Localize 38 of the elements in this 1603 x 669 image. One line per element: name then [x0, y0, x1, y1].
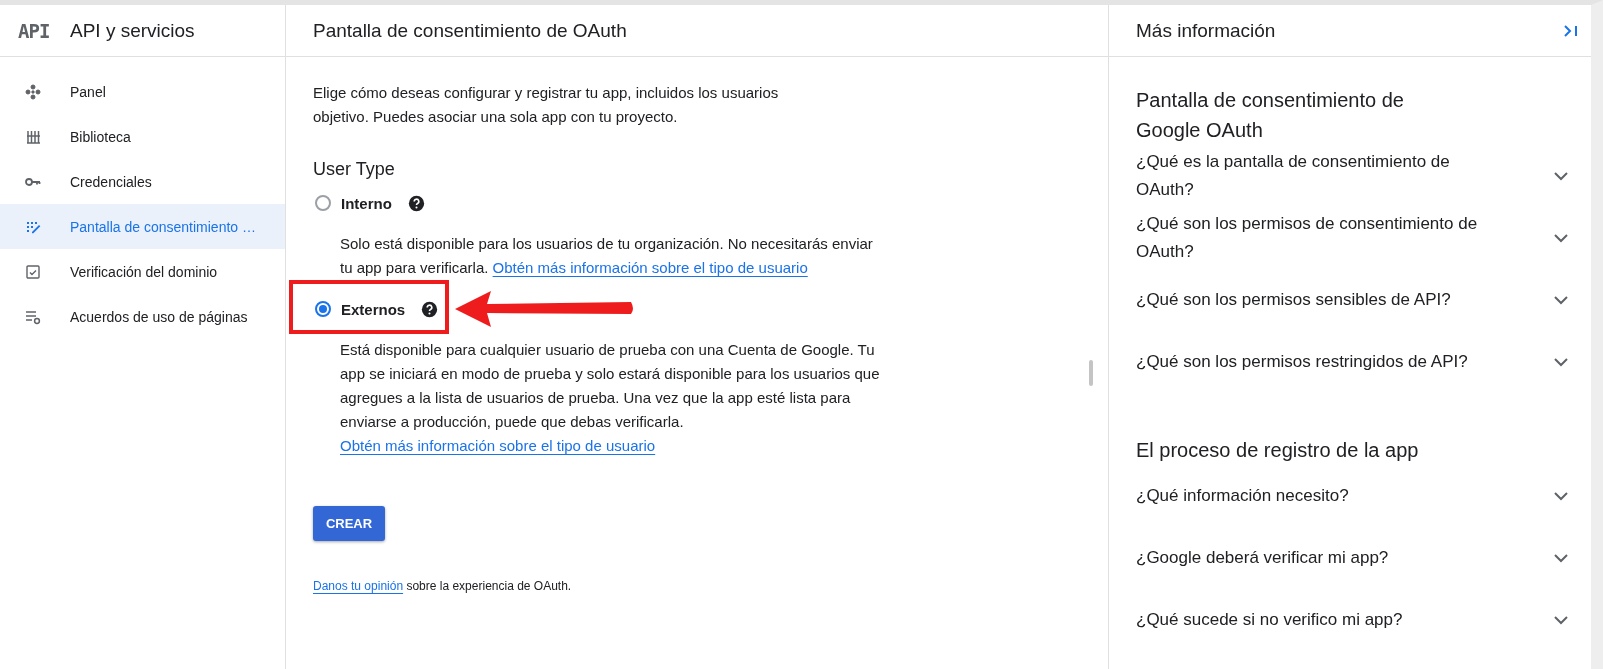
radio-button[interactable]: [315, 195, 331, 211]
option-description: Solo está disponible para los usuarios de tu organización. No necesitarás enviar tu app para verificarla. Obtén más información sobre el tipo de usuario: [340, 234, 874, 278]
option-label[interactable]: Externos: [341, 300, 406, 318]
help-icon[interactable]: [407, 194, 425, 212]
dashboard-icon: [24, 82, 42, 101]
faq-question[interactable]: ¿Qué información necesito?: [1136, 482, 1511, 510]
help-icon[interactable]: [421, 300, 439, 318]
faq-question[interactable]: ¿Qué son los permisos sensibles de API?: [1136, 286, 1511, 314]
faq-question[interactable]: ¿Qué sucede si no verifico mi app?: [1136, 606, 1511, 634]
faq-question[interactable]: ¿Qué son los permisos restringidos de API?: [1136, 348, 1511, 376]
section-title: User Type: [313, 159, 396, 180]
section-heading: El proceso de registro de la app: [1136, 438, 1420, 463]
feedback-text: Danos tu opinión sobre la experiencia de OAuth.: [313, 579, 573, 593]
faq-question[interactable]: ¿Qué son los permisos de consentimiento de OAuth?: [1136, 210, 1511, 266]
create-button[interactable]: CREAR: [313, 506, 385, 541]
resize-handle[interactable]: [1089, 360, 1093, 386]
learn-more-link[interactable]: Obtén más información sobre el tipo de usuario: [492, 259, 808, 276]
sidebar-item[interactable]: Biblioteca: [0, 114, 285, 159]
product-title: API y servicios: [70, 19, 195, 42]
learn-more-link[interactable]: Obtén más información sobre el tipo de usuario: [340, 437, 656, 454]
sidebar-item[interactable]: Verificación del dominio: [0, 249, 285, 294]
api-logo: API: [18, 19, 51, 42]
sidebar-item[interactable]: Panel: [0, 69, 285, 114]
sidebar-item[interactable]: Credenciales: [0, 159, 285, 204]
feedback-link[interactable]: Danos tu opinión: [313, 579, 404, 593]
intro-text: Elige cómo deseas configurar y registrar tu app, incluidos los usuarios objetivo. Puedes asociar una sola app con tu proyecto.: [313, 83, 780, 127]
page-title: Pantalla de consentimiento de OAuth: [313, 19, 627, 42]
section-heading: Pantalla de consentimiento de Google OAuth: [1136, 88, 1405, 143]
faq-question[interactable]: ¿Google deberá verificar mi app?: [1136, 544, 1511, 572]
radio-button[interactable]: [315, 301, 331, 317]
checkbox-icon: [24, 262, 42, 281]
collapse-panel-icon[interactable]: [1563, 22, 1579, 39]
sidebar-item[interactable]: Pantalla de consentimiento …: [0, 204, 285, 249]
option-label[interactable]: Interno: [341, 194, 392, 212]
faq-question[interactable]: ¿Qué es la pantalla de consentimiento de OAuth?: [1136, 148, 1511, 204]
panel-title: Más información: [1136, 19, 1276, 42]
option-description: Está disponible para cualquier usuario de prueba con una Cuenta de Google. Tu app se iniciará en modo de prueba y solo estará disponible para los usuarios que agregues a la lista de usuarios de prueba. Una vez que la app esté lista para enviarse a producción, puede que debas verificarla. Obtén más información sobre el tipo de usuario: [340, 340, 881, 456]
sidebar-item[interactable]: Acuerdos de uso de páginas: [0, 294, 285, 339]
